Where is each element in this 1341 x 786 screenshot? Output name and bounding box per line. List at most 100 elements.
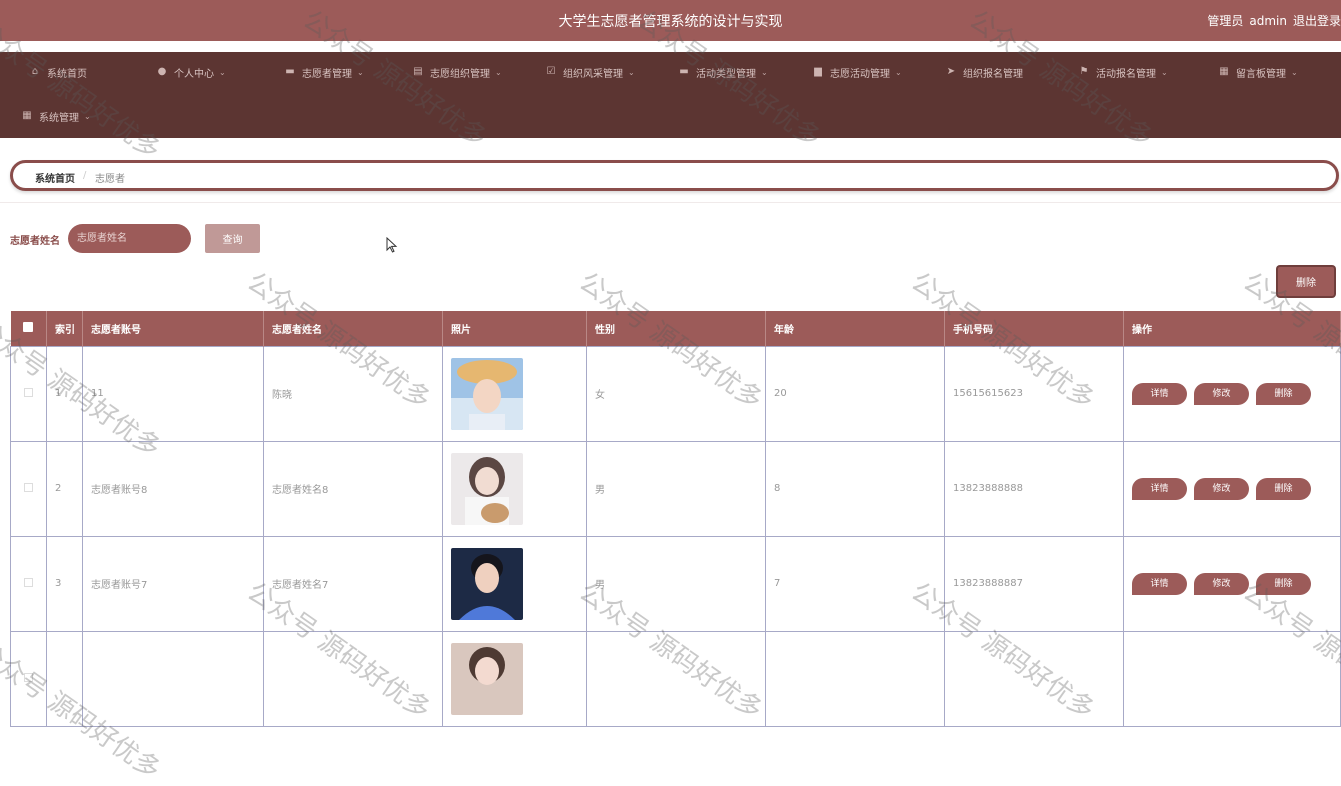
nav-item-4[interactable]: ☑ 组织风采管理 ⌄: [546, 62, 635, 82]
row-checkbox[interactable]: [10, 345, 47, 442]
cell-phone: 13823888888: [944, 440, 1124, 537]
main-nav: ⌂ 系统首页 ● 个人中心 ⌄ ▬ 志愿者管理 ⌄ ▤ 志愿组织管理 ⌄ ☑ 组织风采管理 ⌄ ▬ 活动类型管…: [0, 52, 1341, 138]
nav-item-label: 活动报名管理: [1096, 68, 1156, 80]
cell-age: [765, 630, 945, 727]
person-icon: ●: [157, 66, 167, 77]
chevron-down-icon: ⌄: [628, 67, 635, 77]
briefcase-icon: ▆: [814, 66, 822, 77]
nav-item-3[interactable]: ▤ 志愿组织管理 ⌄: [413, 62, 502, 82]
flag-icon: ⚑: [1079, 66, 1089, 77]
select-all-checkbox[interactable]: [10, 311, 47, 346]
table-row: 1 11 陈晓女 20 15615615623 详情 修改 删除: [10, 345, 1341, 442]
detail-button[interactable]: 详情: [1132, 382, 1187, 405]
nav-item-1[interactable]: ● 个人中心 ⌄: [157, 62, 226, 82]
chevron-down-icon: ⌄: [895, 67, 902, 77]
header-gap: [0, 41, 1341, 52]
edit-button[interactable]: 修改: [1194, 382, 1249, 405]
table-row: [10, 630, 1341, 727]
logout-link[interactable]: 退出登录: [1293, 14, 1341, 28]
breadcrumb-current: 志愿者: [95, 174, 125, 185]
table-row: 3 志愿者账号7 志愿者姓名7 男 7 13823888887 详情 修改 删除: [10, 535, 1341, 632]
nav-item-label: 系统管理: [39, 112, 79, 124]
cell-phone: 15615615623: [944, 345, 1124, 442]
cell-gender: [586, 630, 766, 727]
cell-name: 志愿者姓名8: [263, 440, 443, 537]
cell-actions: [1123, 630, 1341, 727]
volunteer-photo: [451, 452, 586, 525]
username: admin: [1249, 14, 1287, 28]
detail-button[interactable]: 详情: [1132, 477, 1187, 500]
row-checkbox[interactable]: [10, 630, 47, 727]
nav-item-6[interactable]: ▆ 志愿活动管理 ⌄: [813, 62, 902, 82]
row-checkbox[interactable]: [10, 440, 47, 537]
detail-button[interactable]: 详情: [1132, 572, 1187, 595]
cell-photo: [442, 535, 587, 632]
breadcrumb-home[interactable]: 系统首页: [35, 170, 75, 185]
cell-index: 2: [46, 440, 83, 537]
cell-phone: [944, 630, 1124, 727]
user-area: 管理员 admin 退出登录: [1201, 12, 1341, 29]
top-header: 大学生志愿者管理系统的设计与实现 管理员 admin 退出登录: [0, 0, 1341, 41]
row-checkbox[interactable]: [10, 535, 47, 632]
column-header-photo: 照片: [442, 311, 587, 346]
cell-index: 3: [46, 535, 83, 632]
search-input[interactable]: [68, 224, 191, 253]
cell-photo: [442, 345, 587, 442]
cell-account: 11: [82, 345, 264, 442]
chevron-down-icon: ⌄: [1291, 67, 1298, 77]
nav-item-label: 志愿者管理: [302, 68, 352, 80]
document-icon: ▤: [413, 66, 423, 77]
cell-index: [46, 630, 83, 727]
nav-item-10[interactable]: ▦ 系统管理 ⌄: [22, 106, 90, 126]
volunteer-photo: [451, 357, 586, 430]
cell-account: 志愿者账号8: [82, 440, 264, 537]
nav-item-5[interactable]: ▬ 活动类型管理 ⌄: [679, 62, 768, 82]
delete-button[interactable]: 删除: [1256, 477, 1311, 500]
cell-gender: 男: [586, 535, 766, 632]
volunteer-table: 索引 志愿者账号 志愿者姓名 照片 性别 年龄 手机号码 操作 1 11 陈晓女 20…: [10, 311, 1341, 727]
chevron-down-icon: ⌄: [761, 67, 768, 77]
cell-index: 1: [46, 345, 83, 442]
nav-item-7[interactable]: ➤ 组织报名管理: [946, 62, 1023, 82]
app-title: 大学生志愿者管理系统的设计与实现: [558, 14, 783, 30]
nav-item-label: 组织报名管理: [963, 68, 1023, 80]
column-header-gender: 性别: [586, 311, 766, 346]
user-role: 管理员: [1207, 14, 1244, 28]
cell-account: [82, 630, 264, 727]
cell-actions: 详情 修改 删除: [1123, 535, 1341, 632]
mouse-cursor-icon: [386, 237, 398, 253]
cell-age: 8: [765, 440, 945, 537]
bulk-delete-button[interactable]: 删除: [1278, 267, 1334, 296]
chevron-down-icon: ⌄: [495, 67, 502, 77]
table-header-row: 索引 志愿者账号 志愿者姓名 照片 性别 年龄 手机号码 操作: [10, 311, 1341, 346]
cell-actions: 详情 修改 删除: [1123, 440, 1341, 537]
cell-actions: 详情 修改 删除: [1123, 345, 1341, 442]
column-header-age: 年龄: [765, 311, 945, 346]
edit-button[interactable]: 修改: [1194, 572, 1249, 595]
column-header-index: 索引: [46, 311, 83, 346]
grid-icon: ▦: [22, 110, 32, 121]
volunteer-photo: [451, 547, 586, 620]
id-card-icon: ▬: [285, 66, 295, 77]
chat-icon: ▬: [679, 66, 689, 77]
grid-icon: ▦: [1219, 66, 1229, 77]
cell-gender: 男: [586, 440, 766, 537]
nav-item-8[interactable]: ⚑ 活动报名管理 ⌄: [1079, 62, 1168, 82]
nav-item-0[interactable]: ⌂ 系统首页: [30, 62, 87, 82]
nav-item-label: 志愿活动管理: [830, 68, 890, 80]
delete-button[interactable]: 删除: [1256, 382, 1311, 405]
home-icon: ⌂: [31, 66, 39, 77]
nav-item-label: 组织风采管理: [563, 68, 623, 80]
breadcrumb: 系统首页 / 志愿者: [10, 160, 1339, 191]
search-label: 志愿者姓名: [10, 236, 60, 247]
delete-button[interactable]: 删除: [1256, 572, 1311, 595]
edit-button[interactable]: 修改: [1194, 477, 1249, 500]
search-button[interactable]: 查询: [205, 224, 260, 253]
nav-item-2[interactable]: ▬ 志愿者管理 ⌄: [285, 62, 363, 82]
column-header-account: 志愿者账号: [82, 311, 264, 346]
nav-item-9[interactable]: ▦ 留言板管理 ⌄: [1219, 62, 1298, 82]
cell-photo: [442, 630, 587, 727]
column-header-phone: 手机号码: [944, 311, 1124, 346]
cell-photo: [442, 440, 587, 537]
chevron-down-icon: ⌄: [219, 67, 226, 77]
